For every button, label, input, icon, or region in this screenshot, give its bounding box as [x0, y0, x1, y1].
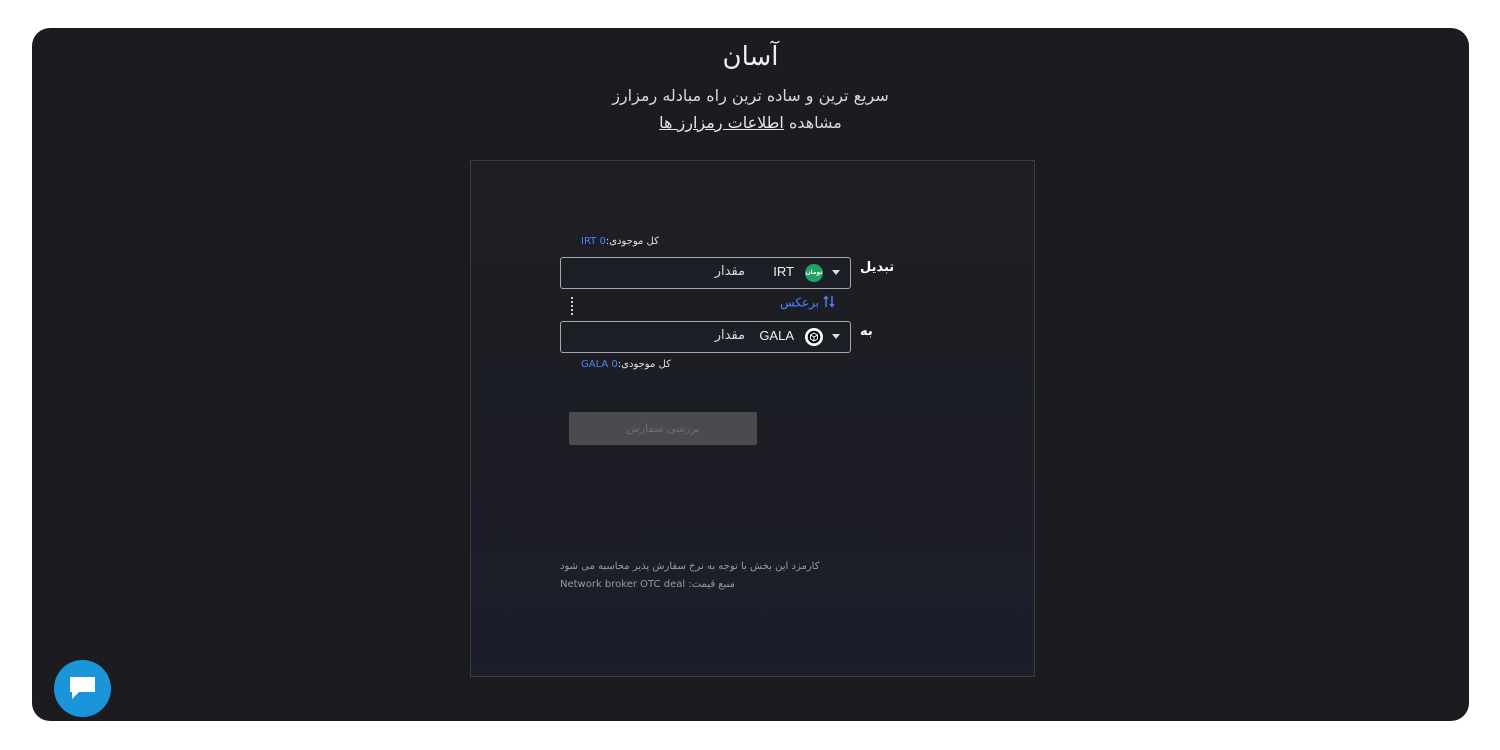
review-order-button[interactable]: بررسی سفارش — [569, 412, 757, 445]
from-amount-input[interactable]: مقدار — [715, 264, 745, 279]
crypto-info-link[interactable]: اطلاعات رمزارز ها — [659, 113, 784, 132]
to-balance-value: 0 GALA — [581, 359, 618, 370]
to-amount-input[interactable]: مقدار — [715, 328, 745, 343]
to-field[interactable]: GALA مقدار — [560, 321, 851, 353]
to-balance: کل موجودی:0 GALA — [581, 359, 671, 370]
from-balance-value: 0 IRT — [581, 236, 606, 247]
to-label: به — [860, 324, 873, 339]
gala-logo-icon — [805, 328, 823, 346]
page-title: آسان — [722, 42, 779, 72]
price-source: Network broker OTC deal منبع قیمت: — [560, 579, 735, 590]
from-balance-label: کل موجودی: — [605, 236, 659, 247]
swap-button[interactable]: برعکس — [780, 295, 835, 311]
chat-button[interactable] — [54, 660, 111, 717]
swap-arrows-icon — [823, 295, 835, 311]
app-frame: آسان سریع ترین و ساده ترین راه مبادله رم… — [32, 28, 1469, 721]
from-field[interactable]: تومان IRT مقدار — [560, 257, 851, 289]
chevron-down-icon[interactable] — [832, 270, 840, 275]
to-coin-code[interactable]: GALA — [759, 328, 794, 343]
price-source-value: Network broker OTC deal — [560, 579, 686, 590]
from-label: تبدیل — [860, 260, 895, 275]
page-subtitle: سریع ترین و ساده ترین راه مبادله رمزارز — [612, 86, 889, 105]
info-line: مشاهده اطلاعات رمزارز ها — [32, 113, 1469, 132]
price-source-label: منبع قیمت: — [688, 579, 735, 590]
from-coin-code[interactable]: IRT — [773, 264, 794, 279]
toman-logo-icon: تومان — [805, 264, 823, 282]
to-balance-label: کل موجودی: — [617, 359, 671, 370]
swap-label: برعکس — [780, 295, 820, 310]
divider-dotted — [571, 297, 573, 315]
toman-logo-text: تومان — [805, 269, 823, 276]
exchange-card: کل موجودی:0 IRT تبدیل تومان IRT مقدار بر… — [470, 160, 1035, 677]
chat-bubble-icon — [70, 677, 95, 699]
from-balance: کل موجودی:0 IRT — [581, 236, 659, 247]
info-prefix: مشاهده — [788, 113, 842, 132]
chevron-down-icon[interactable] — [832, 334, 840, 339]
fee-note: کارمزد این بخش با توجه به نرخ سفارش پذیر… — [560, 561, 820, 572]
